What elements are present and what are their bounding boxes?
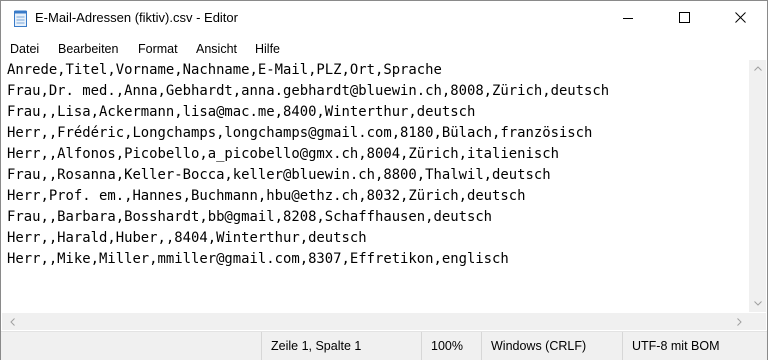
minimize-button[interactable] (605, 1, 651, 37)
menu-hilfe[interactable]: Hilfe (255, 42, 280, 56)
arrow-right-icon[interactable] (731, 313, 748, 330)
vertical-scrollbar[interactable] (749, 60, 766, 312)
horizontal-scrollbar[interactable] (2, 313, 749, 330)
text-line: Herr,,Frédéric,Longchamps,longchamps@gma… (7, 125, 593, 141)
text-line: Herr,,Mike,Miller,mmiller@gmail.com,8307… (7, 251, 509, 267)
window-title: E-Mail-Adressen (fiktiv).csv - Editor (35, 10, 238, 25)
arrow-up-icon[interactable] (749, 60, 766, 77)
text-line: Herr,,Alfonos,Picobello,a_picobello@gmx.… (7, 146, 559, 162)
text-line: Anrede,Titel,Vorname,Nachname,E-Mail,PLZ… (7, 62, 442, 78)
text-line: Herr,,Harald,Huber,,8404,Winterthur,deut… (7, 230, 367, 246)
minimize-icon (623, 10, 633, 28)
text-line: Frau,,Barbara,Bosshardt,bb@gmail,8208,Sc… (7, 209, 493, 225)
menu-bar: Datei Bearbeiten Format Ansicht Hilfe (1, 38, 767, 60)
menu-ansicht[interactable]: Ansicht (196, 42, 237, 56)
status-bar: Zeile 1, Spalte 1 100% Windows (CRLF) UT… (1, 331, 767, 360)
close-button[interactable] (717, 1, 763, 37)
arrow-down-icon[interactable] (749, 295, 766, 312)
scrollbar-corner (749, 313, 766, 330)
maximize-button[interactable] (661, 1, 707, 37)
text-line: Frau,Dr. med.,Anna,Gebhardt,anna.gebhard… (7, 83, 610, 99)
editor-window: E-Mail-Adressen (fiktiv).csv - Editor Da… (0, 0, 768, 360)
text-line: Frau,,Rosanna,Keller-Bocca,keller@bluewi… (7, 167, 551, 183)
close-icon (734, 10, 746, 28)
status-cursor-position: Zeile 1, Spalte 1 (261, 332, 421, 360)
text-line: Frau,,Lisa,Ackermann,lisa@mac.me,8400,Wi… (7, 104, 476, 120)
menu-bearbeiten[interactable]: Bearbeiten (58, 42, 118, 56)
text-area[interactable]: Anrede,Titel,Vorname,Nachname,E-Mail,PLZ… (2, 60, 748, 312)
menu-format[interactable]: Format (138, 42, 178, 56)
menu-datei[interactable]: Datei (10, 42, 39, 56)
arrow-left-icon[interactable] (4, 313, 21, 330)
notepad-icon (14, 10, 28, 27)
text-line: Herr,Prof. em.,Hannes,Buchmann,hbu@ethz.… (7, 188, 526, 204)
status-zoom: 100% (421, 332, 481, 360)
title-bar[interactable]: E-Mail-Adressen (fiktiv).csv - Editor (1, 1, 767, 37)
status-encoding: UTF-8 mit BOM (622, 332, 762, 360)
status-line-endings: Windows (CRLF) (481, 332, 611, 360)
maximize-icon (678, 10, 690, 28)
